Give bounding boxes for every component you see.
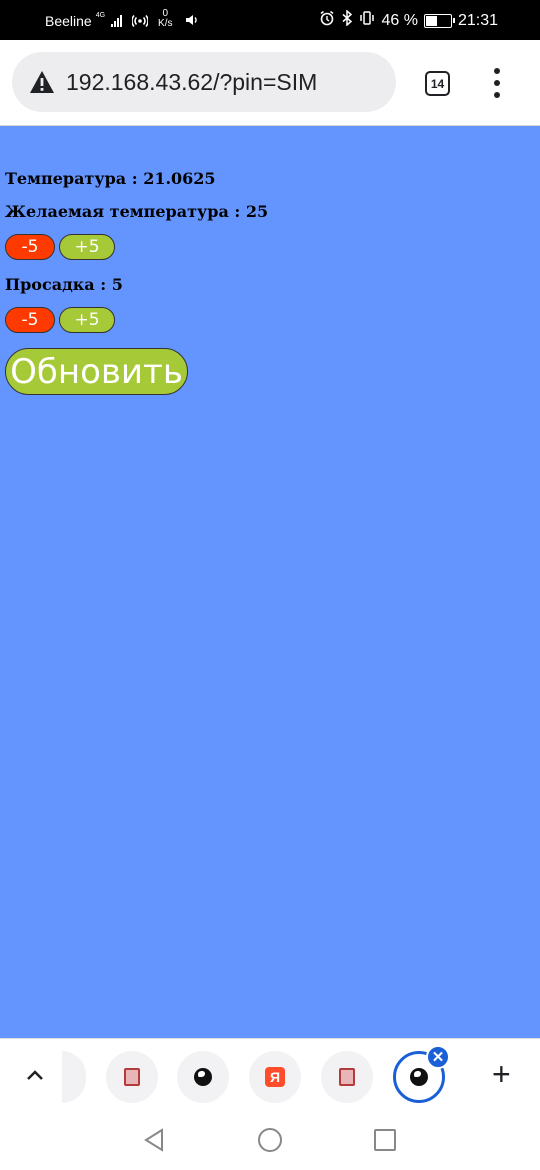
speed-unit: K/s <box>158 18 173 29</box>
warning-triangle-icon[interactable] <box>28 69 56 95</box>
battery-fill <box>425 15 437 26</box>
refresh-button[interactable]: Обновить <box>5 348 188 395</box>
yandex-icon: Я <box>265 1067 285 1087</box>
bluetooth-icon <box>341 9 353 31</box>
target-minus-button[interactable]: -5 <box>5 234 55 260</box>
tab-book-1[interactable] <box>106 1051 158 1103</box>
tab-partial[interactable] <box>62 1051 86 1103</box>
signal-icon <box>111 15 123 27</box>
recent-apps-icon[interactable] <box>374 1129 396 1151</box>
battery-percent: 46 % <box>381 11 418 29</box>
book-icon <box>339 1068 355 1086</box>
sag-minus-button[interactable]: -5 <box>5 307 55 333</box>
back-icon[interactable] <box>143 1128 165 1156</box>
tab-book-2[interactable] <box>321 1051 373 1103</box>
sag-label: Просадка : 5 <box>5 275 123 294</box>
close-tab-icon[interactable]: ✕ <box>426 1045 450 1069</box>
globe-icon <box>194 1068 212 1086</box>
tab-switcher-bar: Я ✕ + <box>0 1038 540 1112</box>
status-left: Beeline 4G 0 K/s <box>45 9 199 31</box>
home-icon[interactable] <box>258 1128 282 1152</box>
vibrate-icon <box>359 10 375 31</box>
battery-icon <box>423 13 455 28</box>
new-tab-button[interactable]: + <box>492 1058 511 1090</box>
tab-yandex[interactable]: Я <box>249 1051 301 1103</box>
target-plus-button[interactable]: +5 <box>59 234 115 260</box>
status-bar: Beeline 4G 0 K/s 46 % 21:31 <box>0 0 540 40</box>
volume-icon <box>185 13 199 30</box>
temperature-label: Температура : 21.0625 <box>5 169 216 188</box>
alarm-icon <box>319 10 335 31</box>
tab-count-button[interactable]: 14 <box>425 71 450 96</box>
network-type: 4G <box>95 11 106 19</box>
hotspot-icon <box>131 12 149 31</box>
chevron-up-icon[interactable] <box>24 1064 46 1092</box>
more-vert-icon[interactable] <box>490 68 504 98</box>
sag-plus-button[interactable]: +5 <box>59 307 115 333</box>
page-content: Температура : 21.0625 Желаемая температу… <box>0 126 540 1038</box>
data-speed: 0 K/s <box>158 9 172 29</box>
browser-toolbar: 192.168.43.62/?pin=SIM 14 <box>0 40 540 126</box>
tab-globe-1[interactable] <box>177 1051 229 1103</box>
system-nav-bar <box>0 1111 540 1170</box>
status-right: 46 % 21:31 <box>319 9 498 31</box>
book-icon <box>124 1068 140 1086</box>
globe-icon <box>410 1068 428 1086</box>
address-bar[interactable]: 192.168.43.62/?pin=SIM <box>12 52 396 112</box>
target-temperature-label: Желаемая температура : 25 <box>5 202 269 221</box>
url-text[interactable]: 192.168.43.62/?pin=SIM <box>66 69 317 96</box>
carrier-name: Beeline <box>45 13 92 29</box>
clock: 21:31 <box>457 11 498 29</box>
